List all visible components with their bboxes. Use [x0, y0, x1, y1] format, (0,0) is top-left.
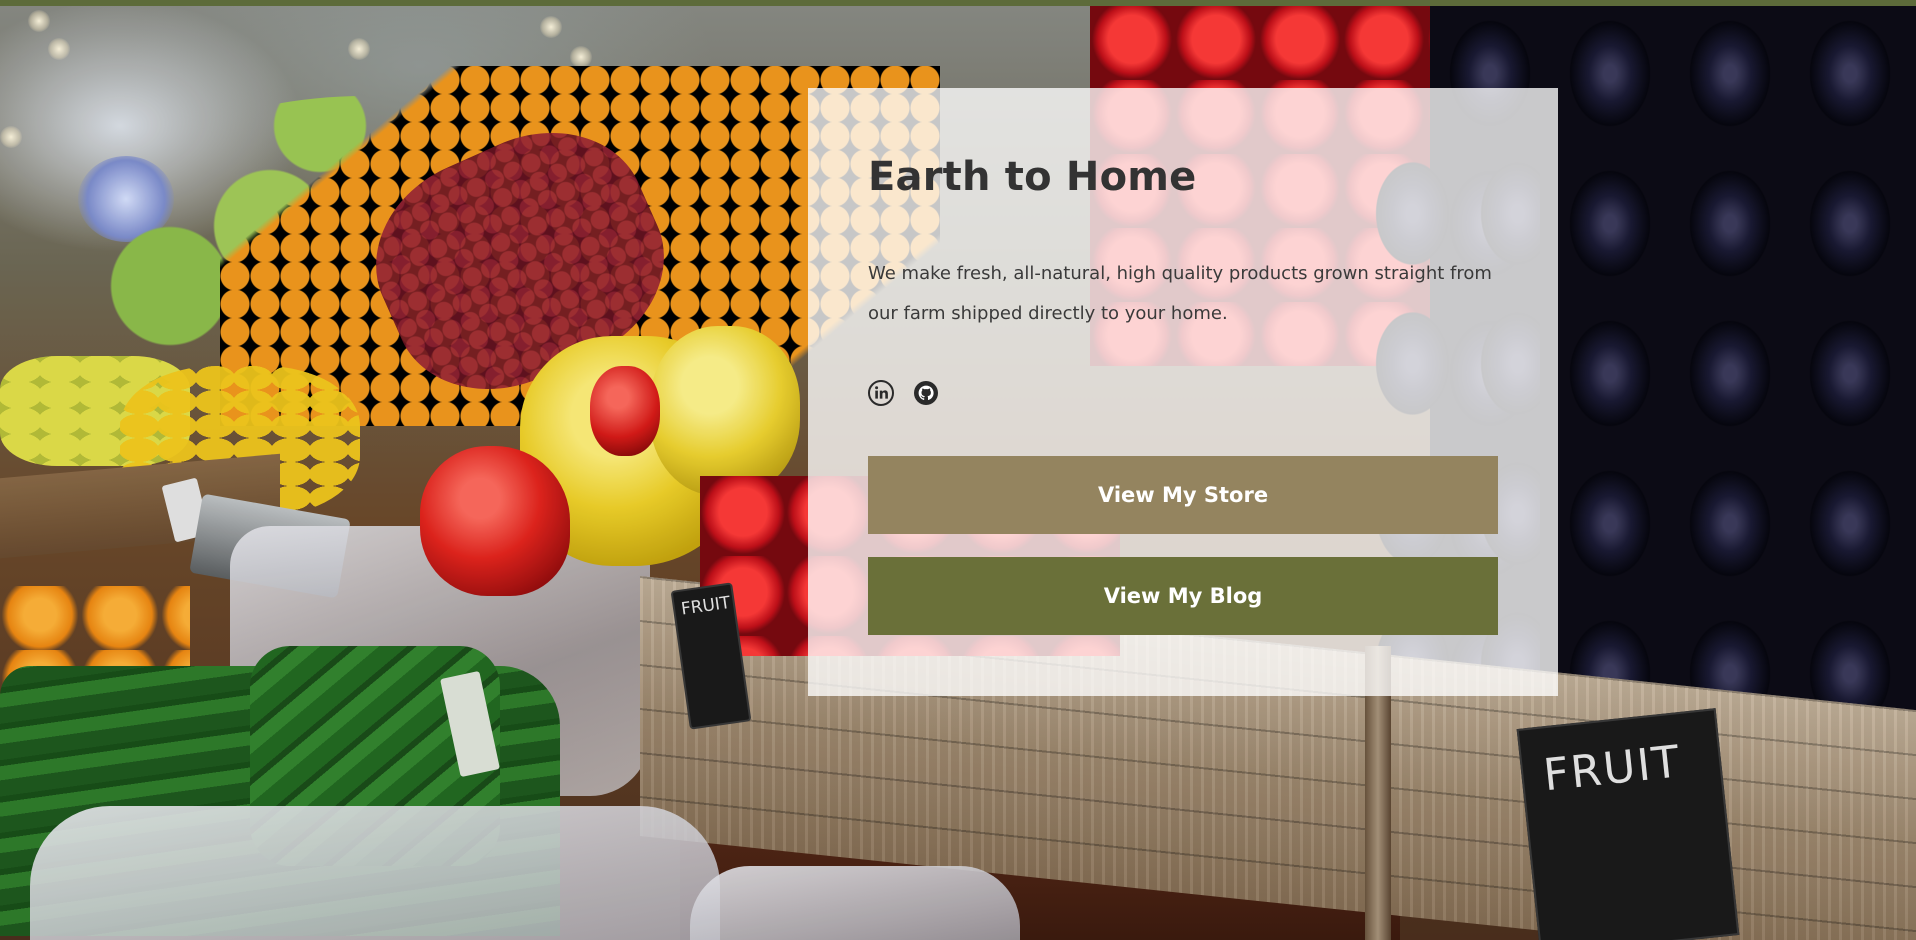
- view-store-button[interactable]: View My Store: [868, 456, 1498, 534]
- page-title: Earth to Home: [868, 154, 1197, 200]
- github-link[interactable]: [913, 380, 939, 406]
- hero-description: We make fresh, all-natural, high quality…: [868, 263, 1492, 324]
- github-icon: [914, 381, 938, 405]
- top-accent-strip: [0, 0, 1916, 6]
- hero-card: Earth to Home We make fresh, all-natural…: [808, 88, 1558, 696]
- linkedin-icon: [868, 380, 894, 406]
- linkedin-link[interactable]: [868, 380, 894, 406]
- social-links: [868, 380, 939, 406]
- view-blog-button[interactable]: View My Blog: [868, 557, 1498, 635]
